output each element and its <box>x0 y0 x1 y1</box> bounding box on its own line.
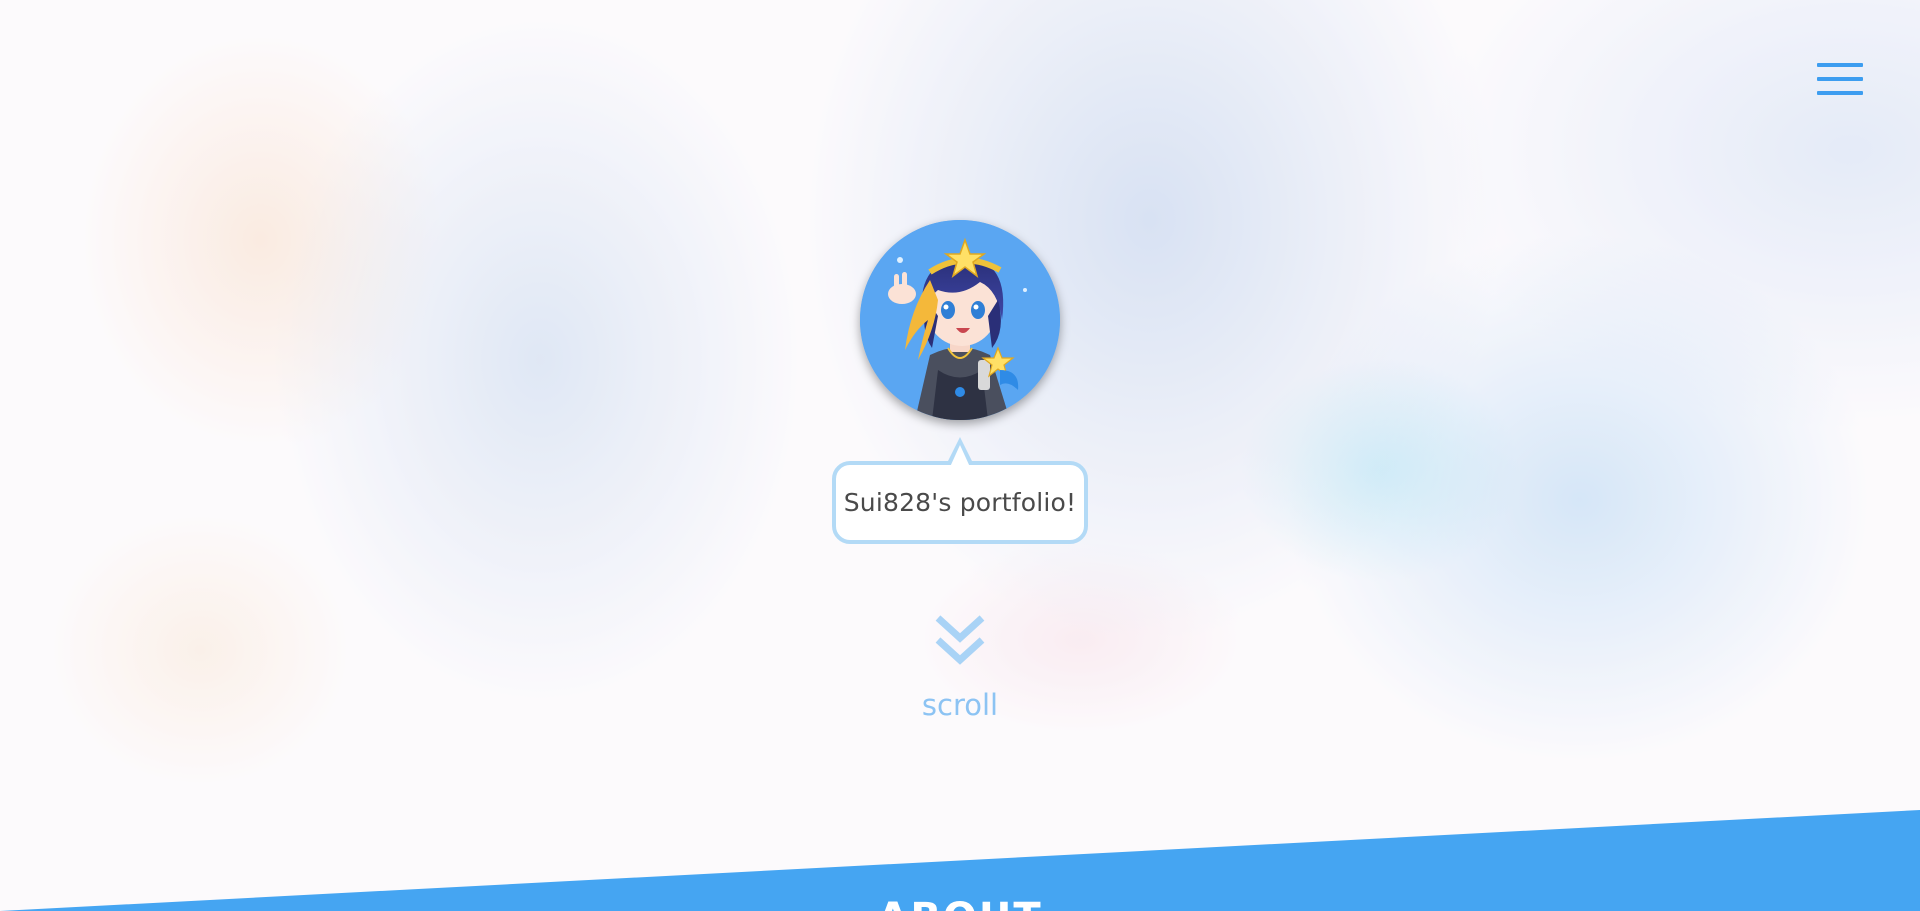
menu-icon-bar <box>1817 63 1863 67</box>
menu-icon-bar <box>1817 91 1863 95</box>
hamburger-menu-button[interactable] <box>1817 62 1863 96</box>
scroll-label[interactable]: scroll <box>860 688 1060 722</box>
portfolio-title: Sui828's portfolio! <box>843 488 1077 517</box>
portfolio-speech-bubble: Sui828's portfolio! <box>832 461 1088 544</box>
avatar <box>860 220 1060 420</box>
about-section-title: ABOUT <box>860 895 1060 911</box>
avatar-illustration <box>860 220 1060 420</box>
menu-icon-bar <box>1817 77 1863 81</box>
double-chevron-down-icon[interactable] <box>934 614 986 670</box>
